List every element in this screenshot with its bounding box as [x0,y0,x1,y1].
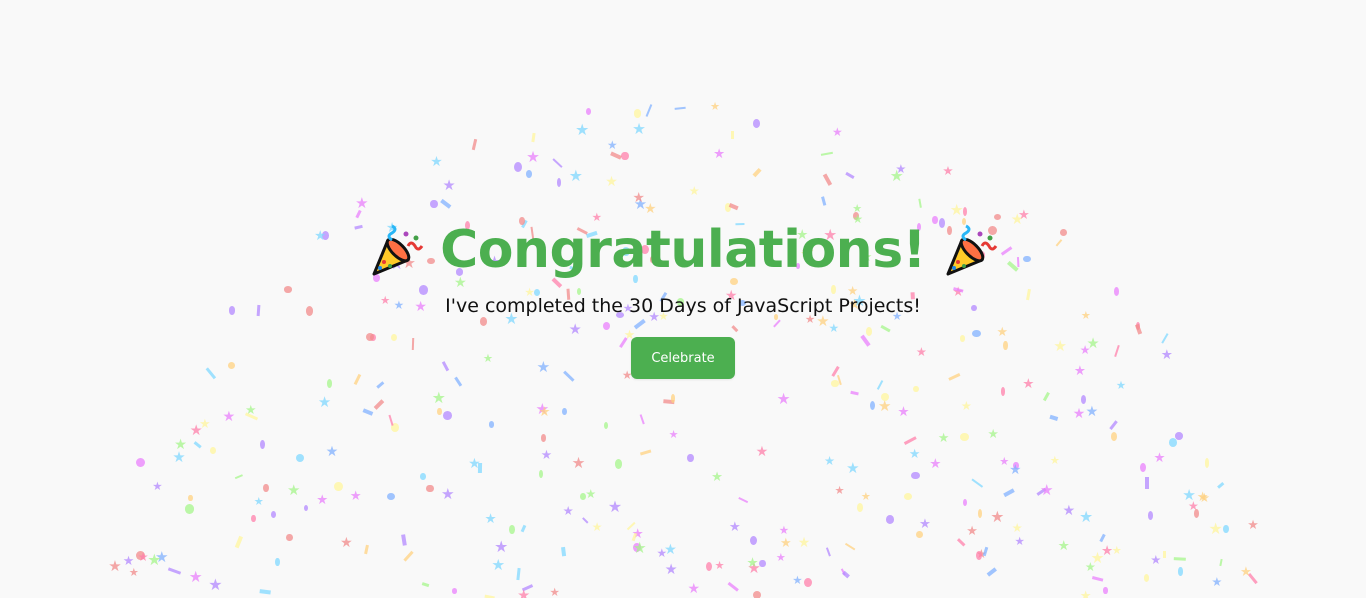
heading-row: Congratulations! [0,218,1366,282]
page-title: Congratulations! [440,220,926,280]
party-popper-icon [366,220,426,280]
celebrate-button[interactable]: Celebrate [631,337,735,379]
party-popper-icon [940,220,1000,280]
celebration-screen: Congratulations! I've completed the 30 D… [0,0,1366,598]
subtitle: I've completed the 30 Days of JavaScript… [445,295,921,317]
